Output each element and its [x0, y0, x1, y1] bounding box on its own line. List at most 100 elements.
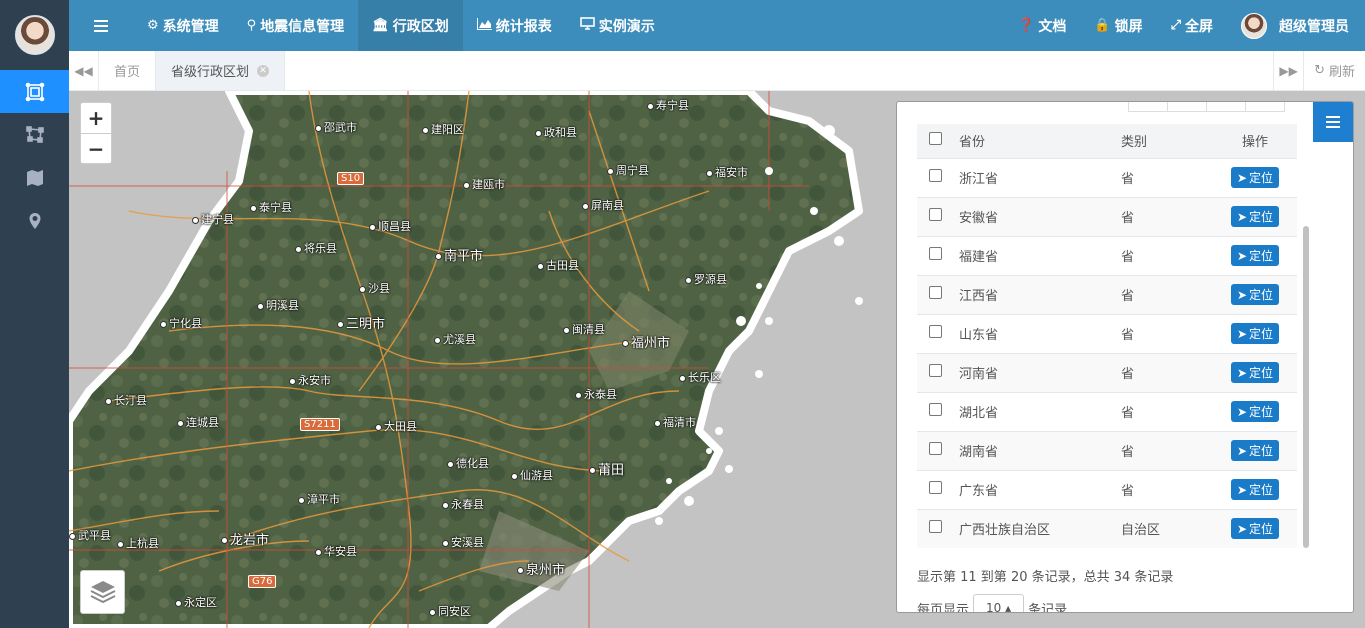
- tab-bar: ◀◀ 首页 省级行政区划 ✕ ▶▶ ↻ 刷新: [69, 51, 1365, 91]
- fullscreen-button[interactable]: ⤢ 全屏: [1157, 0, 1227, 51]
- bank-icon: 🏛: [372, 18, 389, 33]
- refresh-button[interactable]: ↻ 刷新: [1303, 51, 1365, 90]
- table-row[interactable]: 河南省 省 ➤ 定位: [917, 352, 1297, 392]
- sidebar-item-map[interactable]: [0, 156, 69, 199]
- table-row[interactable]: 广东省 省 ➤ 定位: [917, 469, 1297, 509]
- docs-link[interactable]: ❓ 文档: [1004, 0, 1080, 51]
- layer-switcher-button[interactable]: [80, 570, 125, 614]
- locate-button[interactable]: ➤ 定位: [1230, 479, 1280, 500]
- table-row[interactable]: 江西省 省 ➤ 定位: [917, 274, 1297, 314]
- avatar-wrap: [0, 0, 69, 70]
- table-row[interactable]: 浙江省 省 ➤ 定位: [917, 157, 1297, 197]
- page-button[interactable]: [1167, 102, 1207, 112]
- nav-statistics[interactable]: 统计报表: [463, 0, 566, 51]
- table-row[interactable]: 湖南省 省 ➤ 定位: [917, 430, 1297, 470]
- province-table: 省份 类别 操作 浙江省 省 ➤ 定位 安徽省 省 ➤ 定位 福建省 省 ➤ 定…: [917, 124, 1297, 548]
- user-name: 超级管理员: [1279, 18, 1349, 35]
- header-province[interactable]: 省份: [959, 124, 1121, 158]
- locate-button[interactable]: ➤ 定位: [1230, 206, 1280, 227]
- paper-plane-icon: ➤: [1236, 443, 1248, 458]
- page-button[interactable]: [1128, 102, 1168, 112]
- locate-button[interactable]: ➤ 定位: [1230, 284, 1280, 305]
- close-icon[interactable]: ✕: [257, 64, 270, 77]
- row-checkbox[interactable]: [929, 520, 942, 534]
- paper-plane-icon: ➤: [1236, 287, 1248, 302]
- row-checkbox[interactable]: [929, 403, 942, 416]
- table-row[interactable]: 湖北省 省 ➤ 定位: [917, 391, 1297, 431]
- city-label: 永安市: [289, 372, 331, 388]
- city-label: 尤溪县: [434, 331, 476, 347]
- tab-scroll-right-button[interactable]: ▶▶: [1273, 51, 1303, 90]
- city-label: 长汀县: [105, 392, 147, 408]
- row-checkbox[interactable]: [929, 325, 942, 338]
- province-cell: 安徽省: [959, 196, 1121, 236]
- city-label: 福州市: [622, 332, 670, 351]
- page-size-select[interactable]: 10 ▴: [973, 594, 1025, 612]
- locate-button[interactable]: ➤ 定位: [1230, 401, 1280, 422]
- city-label: 上杭县: [117, 535, 159, 551]
- nav-admin-division[interactable]: 🏛 行政区划: [358, 0, 463, 51]
- panel-toggle-button[interactable]: [1313, 102, 1353, 142]
- city-label: 泉州市: [517, 559, 565, 578]
- locate-button[interactable]: ➤ 定位: [1230, 362, 1280, 383]
- nav-system-manage[interactable]: ⚙ 系统管理: [133, 0, 233, 51]
- row-checkbox[interactable]: [929, 169, 942, 182]
- locate-button[interactable]: ➤ 定位: [1230, 440, 1280, 461]
- tab-scroll-left-button[interactable]: ◀◀: [69, 51, 99, 90]
- paper-plane-icon: ➤: [1236, 521, 1248, 536]
- panel-scrollbar[interactable]: [1303, 226, 1309, 548]
- nav-label: 地震信息管理: [260, 18, 345, 35]
- row-checkbox[interactable]: [929, 286, 942, 299]
- zoom-control: + −: [80, 102, 112, 164]
- locate-button[interactable]: ➤ 定位: [1230, 245, 1280, 266]
- menu-toggle-button[interactable]: [69, 0, 133, 51]
- province-cell: 广东省: [959, 469, 1121, 509]
- lock-label: 锁屏: [1114, 18, 1143, 35]
- locate-button[interactable]: ➤ 定位: [1230, 323, 1280, 344]
- city-label: 古田县: [537, 257, 579, 273]
- city-label: 沙县: [359, 280, 390, 296]
- city-label: 建宁县: [192, 211, 234, 227]
- avatar[interactable]: [14, 15, 55, 55]
- nav-label: 统计报表: [495, 18, 552, 35]
- top-right-menu: ❓ 文档 🔒 锁屏 ⤢ 全屏 超级管理员: [1004, 0, 1365, 51]
- table-row[interactable]: 山东省 省 ➤ 定位: [917, 313, 1297, 353]
- road-tag: S7211: [300, 418, 340, 431]
- sidebar-item-marker[interactable]: [0, 199, 69, 242]
- header-type[interactable]: 类别: [1121, 124, 1213, 158]
- tab-home[interactable]: 首页: [99, 51, 157, 90]
- sidebar-item-region[interactable]: [0, 70, 69, 113]
- nav-earthquake-info[interactable]: ⚲ 地震信息管理: [233, 0, 359, 51]
- table-row[interactable]: 福建省 省 ➤ 定位: [917, 235, 1297, 275]
- paper-plane-icon: ➤: [1236, 248, 1248, 263]
- sidebar-item-polygon[interactable]: [0, 113, 69, 156]
- locate-button[interactable]: ➤ 定位: [1230, 167, 1280, 188]
- nav-label: 系统管理: [162, 18, 219, 35]
- select-all-checkbox[interactable]: [929, 132, 942, 146]
- forward-icon: ▶▶: [1279, 63, 1298, 78]
- nav-demo[interactable]: 实例演示: [566, 0, 669, 51]
- table-row[interactable]: 安徽省 省 ➤ 定位: [917, 196, 1297, 236]
- zoom-out-button[interactable]: −: [81, 133, 111, 163]
- locate-button[interactable]: ➤ 定位: [1230, 518, 1280, 540]
- city-label: 永定区: [175, 594, 217, 610]
- lock-screen-button[interactable]: 🔒 锁屏: [1080, 0, 1156, 51]
- city-label: 仙游县: [511, 467, 553, 483]
- tab-province-division[interactable]: 省级行政区划 ✕: [156, 51, 286, 90]
- city-label: 莆田: [589, 459, 624, 478]
- user-menu[interactable]: 超级管理员: [1227, 0, 1365, 51]
- row-checkbox[interactable]: [929, 208, 942, 221]
- city-label: 三明市: [337, 313, 385, 332]
- page-button[interactable]: [1206, 102, 1246, 112]
- page-button[interactable]: [1245, 102, 1285, 112]
- row-checkbox[interactable]: [929, 481, 942, 494]
- refresh-icon: ↻: [1314, 63, 1325, 78]
- fullscreen-label: 全屏: [1185, 18, 1213, 35]
- top-pagination: [1128, 102, 1285, 112]
- zoom-in-button[interactable]: +: [81, 103, 111, 133]
- row-checkbox[interactable]: [929, 247, 942, 260]
- table-row[interactable]: 广西壮族自治区 自治区 ➤ 定位: [917, 508, 1297, 548]
- row-checkbox[interactable]: [929, 364, 942, 377]
- map-marker-icon: [29, 212, 40, 229]
- row-checkbox[interactable]: [929, 442, 942, 455]
